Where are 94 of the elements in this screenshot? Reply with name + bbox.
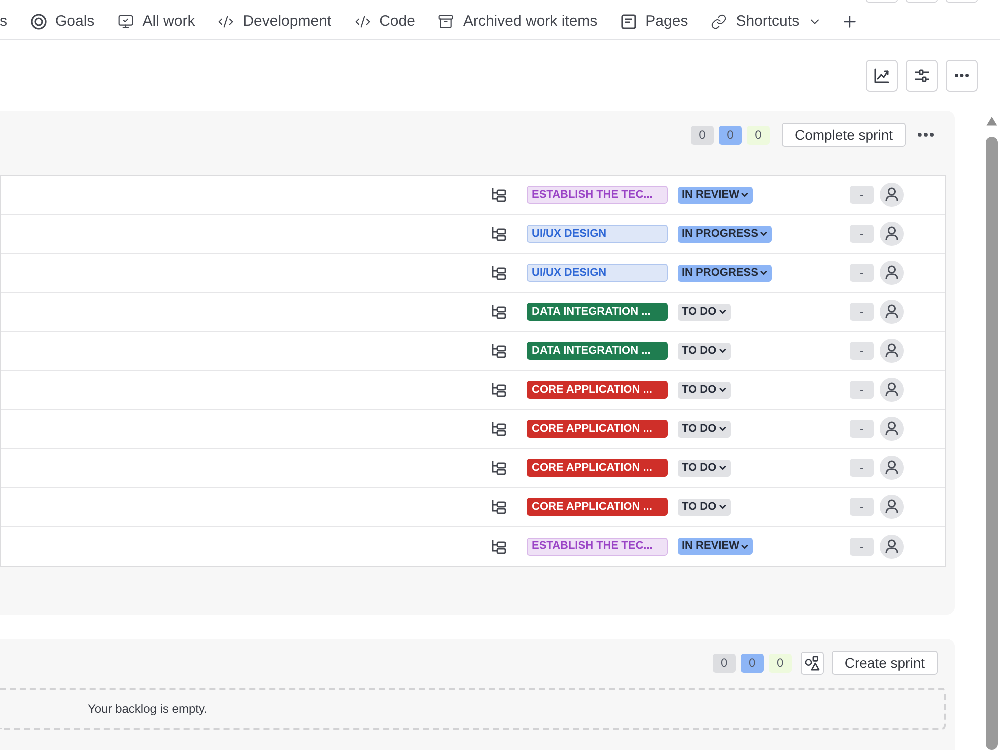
nav-tab[interactable]: Archived work items <box>438 10 598 34</box>
issue-count: 0 <box>768 654 792 672</box>
chevron-down-icon <box>718 385 728 395</box>
issue-count: 0 <box>690 126 714 144</box>
chevron-down-icon <box>718 307 728 317</box>
user-avatar-icon[interactable] <box>880 183 904 207</box>
status-dropdown[interactable]: IN REVIEW <box>678 538 754 555</box>
insights-button[interactable] <box>866 60 898 92</box>
story-points[interactable]: - <box>850 303 874 321</box>
shapes-icon <box>804 656 820 670</box>
user-avatar-icon[interactable] <box>880 222 904 246</box>
link-icon <box>711 14 728 30</box>
chevron-down-icon <box>718 463 728 473</box>
user-avatar-icon[interactable] <box>880 495 904 519</box>
story-points[interactable]: - <box>850 381 874 399</box>
user-avatar-icon[interactable] <box>880 300 904 324</box>
chevron-down-icon <box>718 424 728 434</box>
user-avatar-icon[interactable] <box>880 534 904 558</box>
hierarchy-icon <box>491 421 507 437</box>
nav-tab[interactable]: Pages <box>620 10 688 34</box>
status-dropdown[interactable]: TO DO <box>678 382 731 398</box>
hierarchy-icon <box>491 343 507 359</box>
user-avatar-icon[interactable] <box>880 456 904 480</box>
hierarchy-icon <box>491 382 507 398</box>
story-points[interactable]: - <box>850 186 874 204</box>
status-dropdown[interactable]: TO DO <box>678 304 731 320</box>
nav-tab[interactable]: s <box>0 10 8 34</box>
chevron-down-icon <box>759 268 770 278</box>
status-dropdown[interactable]: TO DO <box>678 342 731 360</box>
sliders-icon <box>914 68 930 84</box>
nav-tab[interactable]: Development <box>218 10 332 34</box>
status-dropdown[interactable]: IN PROGRESS <box>678 264 772 282</box>
epic-tag[interactable]: DATA INTEGRATION ... <box>527 303 668 321</box>
epic-tag[interactable]: CORE APPLICATION ... <box>527 459 668 477</box>
nav-tab[interactable]: Goals <box>30 10 95 34</box>
hierarchy-icon <box>491 187 507 203</box>
story-points[interactable]: - <box>850 225 874 243</box>
story-points[interactable]: - <box>850 264 874 282</box>
chevron-down-icon <box>740 190 750 200</box>
hierarchy-icon <box>491 265 507 281</box>
hierarchy-icon <box>491 226 507 242</box>
hierarchy-icon <box>491 538 507 554</box>
nav-tab[interactable]: Code <box>354 10 416 34</box>
user-avatar-icon[interactable] <box>880 417 904 441</box>
story-points[interactable]: - <box>850 498 874 516</box>
epic-tag[interactable]: ESTABLISH THE TEC... <box>527 186 668 204</box>
status-dropdown[interactable]: TO DO <box>678 420 731 438</box>
status-dropdown[interactable]: TO DO <box>678 460 731 476</box>
issue-count: 0 <box>746 126 770 144</box>
status-dropdown[interactable]: TO DO <box>678 498 731 516</box>
scroll-up-arrow-icon[interactable] <box>986 117 998 126</box>
chevron-down-icon <box>718 346 728 356</box>
empty-message: Your backlog is empty. <box>88 701 208 718</box>
status-dropdown[interactable]: IN REVIEW <box>678 186 754 204</box>
more-icon <box>918 133 934 137</box>
monitor-check-icon <box>118 14 134 30</box>
more-button[interactable] <box>946 60 978 92</box>
hierarchy-icon <box>491 460 507 476</box>
status-dropdown[interactable]: IN PROGRESS <box>678 226 772 242</box>
story-points[interactable]: - <box>850 459 874 477</box>
epic-tag[interactable]: DATA INTEGRATION ... <box>527 342 668 360</box>
issue-count: 0 <box>718 126 742 144</box>
hierarchy-icon <box>491 499 507 515</box>
epic-tag[interactable]: CORE APPLICATION ... <box>527 498 668 516</box>
page-icon <box>620 14 637 30</box>
epic-tag[interactable]: UI/UX DESIGN <box>527 225 668 243</box>
target-icon <box>30 14 46 30</box>
nav-tab[interactable]: Shortcuts <box>711 10 822 34</box>
code-icon <box>354 14 371 30</box>
epic-tag[interactable]: CORE APPLICATION ... <box>527 420 668 438</box>
code-icon <box>218 14 234 30</box>
user-avatar-icon[interactable] <box>880 339 904 363</box>
complete-sprint-button[interactable]: Complete sprint <box>782 123 906 147</box>
user-avatar-icon[interactable] <box>880 261 904 285</box>
issue-count: 0 <box>712 654 736 672</box>
user-avatar-icon[interactable] <box>880 378 904 402</box>
view-settings-button[interactable] <box>906 60 938 92</box>
create-sprint-button[interactable]: Create sprint <box>832 651 938 675</box>
epic-tag[interactable]: CORE APPLICATION ... <box>527 381 668 399</box>
epic-tag[interactable]: ESTABLISH THE TEC... <box>527 538 668 556</box>
story-points[interactable]: - <box>850 342 874 360</box>
shapes-button[interactable] <box>800 652 824 674</box>
line-chart-icon <box>874 68 890 84</box>
archive-icon <box>438 14 454 30</box>
chevron-down-icon <box>718 502 728 512</box>
issue-count: 0 <box>740 654 764 672</box>
story-points[interactable]: - <box>850 538 874 556</box>
story-points[interactable]: - <box>850 420 874 438</box>
more-icon <box>955 74 969 78</box>
scrollbar-thumb[interactable] <box>986 136 998 750</box>
hierarchy-icon <box>491 304 507 320</box>
epic-tag[interactable]: UI/UX DESIGN <box>527 264 668 282</box>
nav-tab[interactable]: All work <box>118 10 196 34</box>
chevron-down-icon <box>759 229 770 239</box>
